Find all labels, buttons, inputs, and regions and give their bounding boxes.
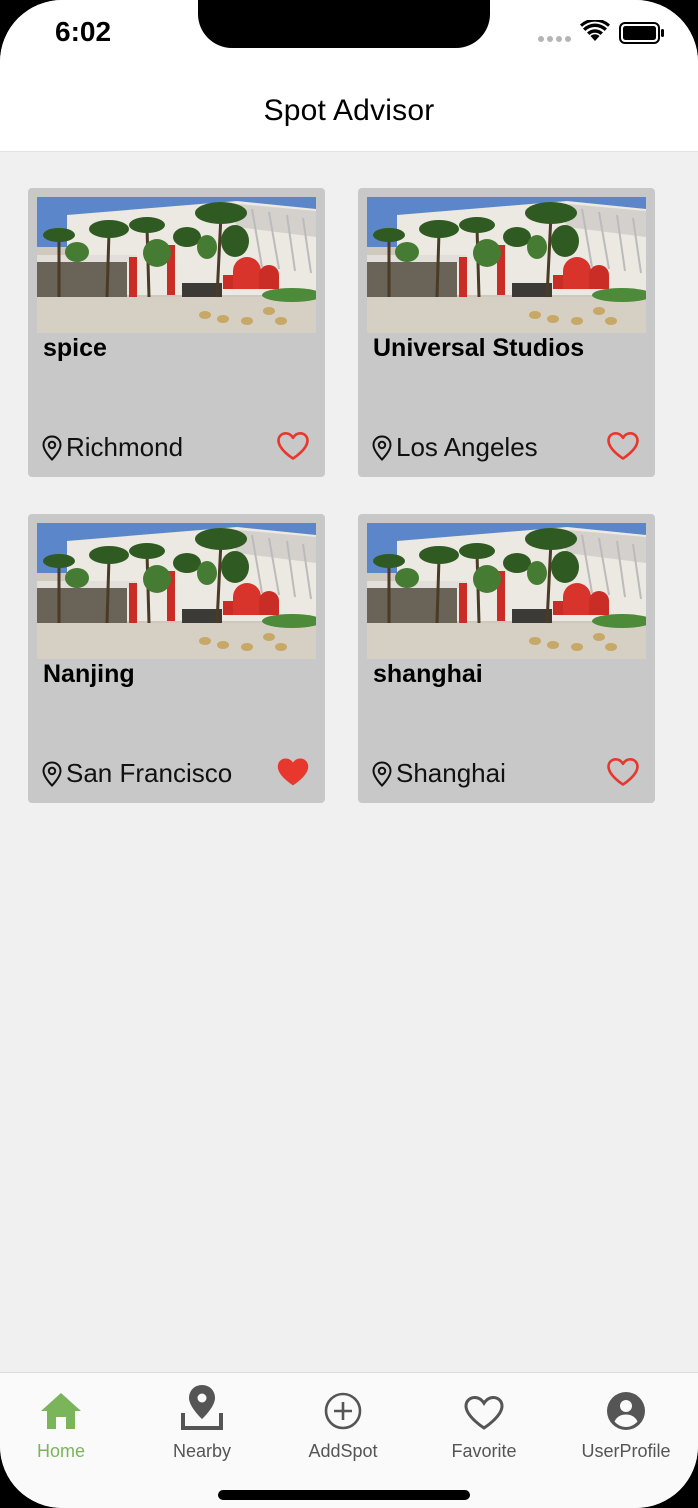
page-title: Spot Advisor [263, 93, 435, 127]
location-pin-icon [42, 760, 62, 787]
spot-location-text: Shanghai [396, 758, 506, 788]
app-header: Spot Advisor [0, 70, 698, 152]
tab-home[interactable]: Home [0, 1383, 126, 1473]
spot-photo [37, 197, 316, 333]
add-circle-icon [324, 1392, 362, 1430]
heart-outline-icon[interactable] [276, 431, 310, 461]
spot-location: Richmond [42, 432, 183, 463]
device-notch [198, 0, 490, 48]
battery-icon [619, 22, 664, 44]
spot-name: Universal Studios [373, 334, 585, 362]
spot-name: Nanjing [43, 660, 135, 688]
heart-outline-icon[interactable] [606, 431, 640, 461]
home-icon [41, 1393, 81, 1429]
spot-location: Shanghai [372, 758, 506, 789]
spot-grid: spice Richmond Universal Studios Los Ang… [28, 188, 655, 803]
spot-name: spice [43, 334, 107, 362]
heart-outline-icon [464, 1395, 504, 1430]
tab-addspot[interactable]: AddSpot [278, 1383, 408, 1473]
spot-card[interactable]: Nanjing San Francisco [28, 514, 325, 803]
spot-location-text: Los Angeles [396, 432, 538, 462]
phone-screen: 6:02 Spot Advisor spice Richmond Univers… [0, 0, 698, 1508]
spot-photo [37, 523, 316, 659]
spot-name: shanghai [373, 660, 483, 688]
location-pin-icon [42, 434, 62, 461]
tab-label: Home [36, 1441, 85, 1461]
home-indicator [218, 1490, 470, 1500]
tab-label: Nearby [172, 1441, 232, 1461]
cellular-signal-icon [538, 36, 571, 42]
spot-location: San Francisco [42, 758, 232, 789]
heart-filled-icon[interactable] [276, 757, 310, 787]
spot-photo [367, 197, 646, 333]
spot-card[interactable]: spice Richmond [28, 188, 325, 477]
location-pin-icon [372, 434, 392, 461]
tab-label: AddSpot [308, 1441, 378, 1461]
tab-label: Favorite [451, 1441, 517, 1461]
location-pin-icon [372, 760, 392, 787]
map-pin-icon [181, 1385, 223, 1430]
tab-favorite[interactable]: Favorite [419, 1383, 549, 1473]
heart-outline-icon[interactable] [606, 757, 640, 787]
wifi-icon [580, 20, 610, 41]
bottom-tab-bar: Home Nearby AddSpot Favorite UserProfile [0, 1372, 698, 1508]
account-circle-icon [607, 1392, 645, 1430]
spot-photo [367, 523, 646, 659]
status-bar: 6:02 [0, 0, 698, 70]
tab-userprofile[interactable]: UserProfile [561, 1383, 691, 1473]
tab-nearby[interactable]: Nearby [137, 1383, 267, 1473]
spot-card[interactable]: shanghai Shanghai [358, 514, 655, 803]
spot-location-text: Richmond [66, 432, 184, 462]
spot-location-text: San Francisco [66, 758, 233, 788]
status-time: 6:02 [55, 16, 112, 47]
tab-label: UserProfile [581, 1441, 671, 1461]
spot-location: Los Angeles [372, 432, 538, 463]
spot-card[interactable]: Universal Studios Los Angeles [358, 188, 655, 477]
